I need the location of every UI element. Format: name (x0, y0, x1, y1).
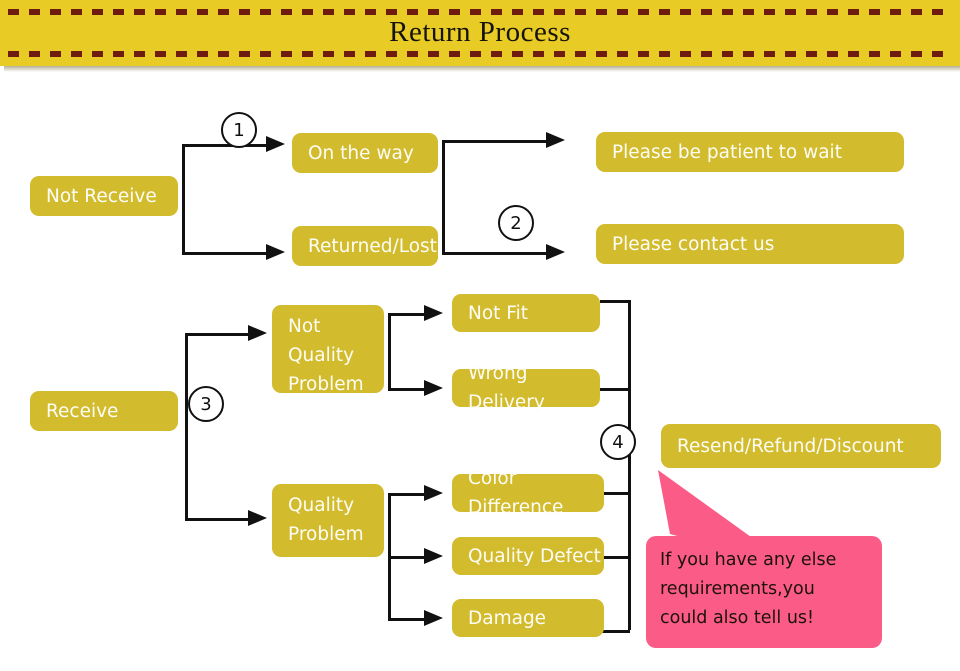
node-receive[interactable]: Receive (30, 391, 178, 431)
node-not-receive[interactable]: Not Receive (30, 176, 178, 216)
arrow-to-quality-problem (248, 510, 267, 526)
node-please-be-patient[interactable]: Please be patient to wait (596, 132, 904, 172)
connector-to-contact-us (442, 252, 552, 255)
banner-dash-top (8, 9, 952, 15)
node-resend-refund-discount[interactable]: Resend/Refund/Discount (661, 424, 941, 468)
connector-receive-bus (185, 333, 188, 518)
step-marker-4: 4 (600, 424, 636, 460)
node-returned-lost[interactable]: Returned/Lost (292, 226, 438, 266)
callout-bubble[interactable]: If you have any else requirements,you co… (646, 536, 882, 648)
collector-stub-wrong-delivery (600, 388, 630, 391)
arrow-to-contact-us (546, 244, 565, 260)
step-marker-1-label: 1 (233, 119, 245, 141)
node-receive-label: Receive (46, 400, 119, 422)
node-color-difference[interactable]: Color Difference (452, 468, 604, 518)
callout-text: If you have any else requirements,you co… (660, 546, 872, 633)
node-on-the-way[interactable]: On the way (292, 133, 438, 173)
node-not-quality-problem-line3: Problem (288, 374, 364, 395)
node-returned-lost-label: Returned/Lost (308, 235, 437, 257)
step-marker-3: 3 (188, 386, 224, 422)
page-title: Return Process (389, 16, 571, 48)
connector-notquality-bus (388, 313, 391, 388)
node-not-fit[interactable]: Not Fit (452, 294, 600, 332)
node-please-contact-us-label: Please contact us (612, 233, 775, 255)
node-wrong-delivery[interactable]: Wrong Delivery (452, 363, 600, 413)
collector-stub-not-fit (600, 300, 630, 303)
collector-stub-quality-defect (602, 556, 630, 559)
node-on-the-way-label: On the way (308, 142, 414, 164)
step-marker-4-label: 4 (612, 431, 624, 453)
connector-collector-bus (628, 300, 631, 630)
step-marker-2: 2 (498, 205, 534, 241)
arrow-to-quality-defect (424, 548, 443, 564)
node-not-quality-problem-line2: Quality (288, 345, 355, 366)
arrow-to-on-the-way (266, 136, 285, 152)
arrow-to-not-quality-problem (248, 325, 267, 341)
node-resend-refund-discount-label: Resend/Refund/Discount (677, 435, 904, 457)
arrow-to-damage (424, 610, 443, 626)
node-quality-problem-line2: Problem (288, 524, 364, 545)
arrow-to-returned-lost (266, 244, 285, 260)
node-not-receive-label: Not Receive (46, 185, 157, 207)
node-damage[interactable]: Damage (452, 599, 604, 637)
connector-not-receive-bus (182, 144, 185, 252)
connector-receive-to-quality (185, 518, 255, 521)
node-not-quality-problem[interactable]: Not Quality Problem (272, 305, 384, 395)
flowchart-canvas: Return Process Not Receive 1 On the way … (0, 0, 960, 671)
node-please-contact-us[interactable]: Please contact us (596, 224, 904, 264)
callout-tail-icon (658, 470, 758, 546)
arrow-to-color-difference (424, 485, 443, 501)
connector-states-bus (442, 140, 445, 252)
node-not-quality-problem-line1: Not (288, 316, 321, 337)
arrow-to-wrong-delivery (424, 380, 443, 396)
node-color-difference-label: Color Difference (468, 468, 564, 518)
step-marker-3-label: 3 (200, 393, 212, 415)
banner-dash-bottom (8, 51, 952, 57)
node-wrong-delivery-label: Wrong Delivery (468, 363, 545, 413)
node-please-be-patient-label: Please be patient to wait (612, 141, 842, 163)
node-quality-problem-line1: Quality (288, 495, 355, 516)
collector-stub-color-difference (602, 492, 630, 495)
connector-to-be-patient (442, 140, 552, 143)
connector-not-receive-to-returnedlost (182, 252, 274, 255)
arrow-to-not-fit (424, 305, 443, 321)
node-quality-problem[interactable]: Quality Problem (272, 484, 384, 557)
node-quality-defect-label: Quality Defect (468, 545, 601, 567)
connector-receive-to-notquality (185, 333, 255, 336)
callout-line-2: requirements,you (660, 579, 815, 599)
step-marker-1: 1 (221, 112, 257, 148)
header-banner: Return Process (0, 0, 960, 72)
arrow-to-be-patient (546, 132, 565, 148)
node-damage-label: Damage (468, 607, 547, 629)
step-marker-2-label: 2 (510, 212, 522, 234)
collector-stub-damage (602, 630, 630, 633)
node-not-fit-label: Not Fit (468, 302, 528, 324)
node-quality-defect[interactable]: Quality Defect (452, 537, 604, 575)
callout-line-3: could also tell us! (660, 608, 815, 628)
callout-line-1: If you have any else (660, 550, 837, 570)
